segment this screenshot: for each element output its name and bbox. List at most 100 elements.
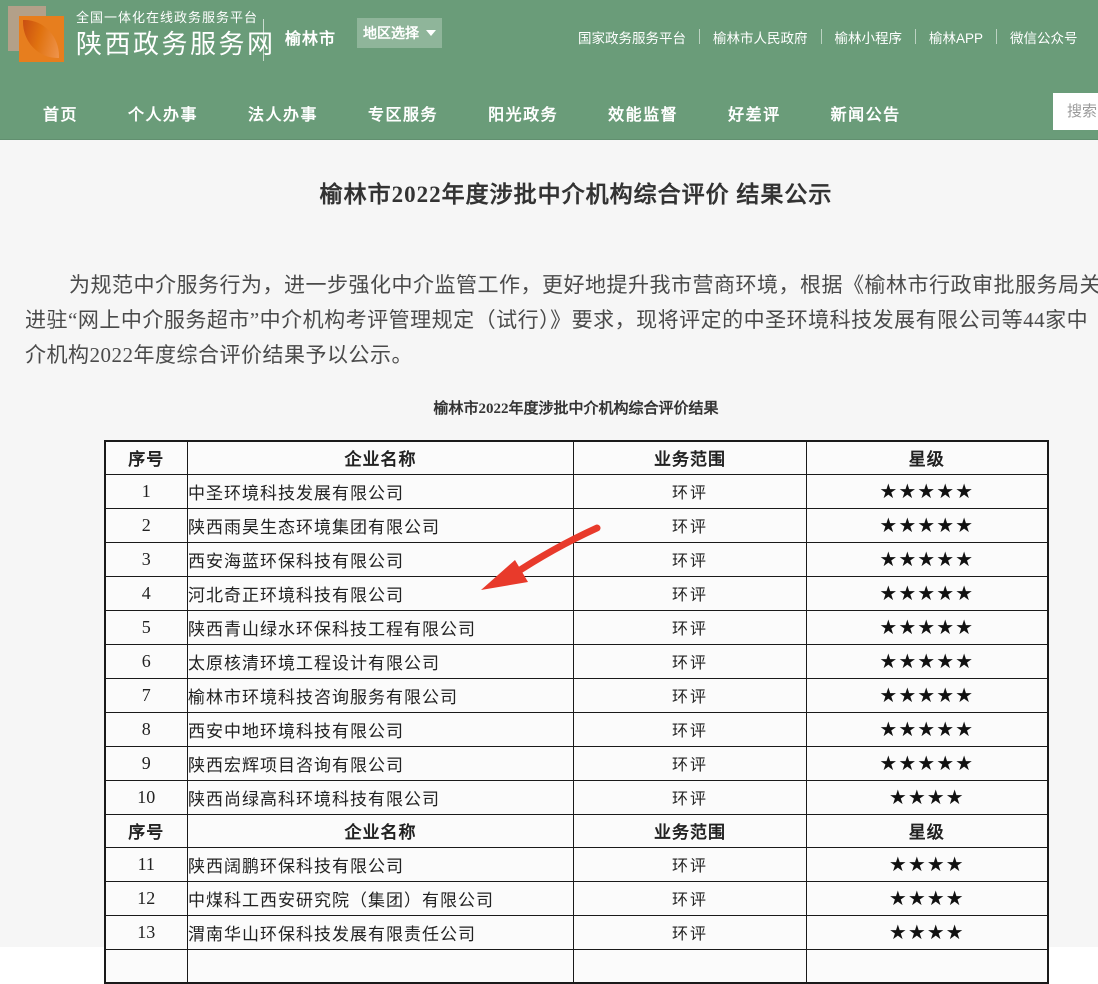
row-number: 7 bbox=[105, 678, 188, 712]
paragraph-line: 介机构2022年度综合评价结果予以公示。 bbox=[25, 338, 1098, 373]
platform-label: 全国一体化在线政务服务平台 bbox=[76, 11, 276, 24]
header-cell-no: 序号 bbox=[105, 814, 188, 847]
row-number: 2 bbox=[105, 508, 188, 542]
company-name bbox=[188, 949, 574, 983]
current-city-label[interactable]: 榆林市 bbox=[285, 25, 336, 49]
business-scope: 环评 bbox=[574, 576, 807, 610]
header-cell-stars: 星级 bbox=[807, 814, 1048, 847]
table-row-partial bbox=[105, 949, 1048, 983]
row-number: 6 bbox=[105, 644, 188, 678]
chevron-down-icon bbox=[426, 30, 436, 36]
star-rating: ★★★★★ bbox=[807, 644, 1048, 678]
table-row: 6 太原核清环境工程设计有限公司 环评 ★★★★★ bbox=[105, 644, 1048, 678]
link-separator bbox=[699, 29, 700, 44]
company-name: 中煤科工西安研究院（集团）有限公司 bbox=[188, 881, 574, 915]
business-scope: 环评 bbox=[574, 610, 807, 644]
company-name: 太原核清环境工程设计有限公司 bbox=[188, 644, 574, 678]
row-number: 12 bbox=[105, 881, 188, 915]
header-cell-scope: 业务范围 bbox=[574, 441, 807, 474]
business-scope bbox=[574, 949, 807, 983]
region-select-label: 地区选择 bbox=[363, 23, 419, 43]
row-number: 1 bbox=[105, 474, 188, 508]
notice-content: 榆林市2022年度涉批中介机构综合评价 结果公示 为规范中介服务行为，进一步强化… bbox=[0, 175, 1098, 984]
star-rating: ★★★★★ bbox=[807, 474, 1048, 508]
table-row: 12 中煤科工西安研究院（集团）有限公司 环评 ★★★★ bbox=[105, 881, 1048, 915]
business-scope: 环评 bbox=[574, 915, 807, 949]
star-rating: ★★★★★ bbox=[807, 542, 1048, 576]
company-name: 西安海蓝环保科技有限公司 bbox=[188, 542, 574, 576]
star-rating: ★★★★ bbox=[807, 881, 1048, 915]
table-row: 5 陕西青山绿水环保科技工程有限公司 环评 ★★★★★ bbox=[105, 610, 1048, 644]
star-rating: ★★★★ bbox=[807, 847, 1048, 881]
nav-item-special-zone[interactable]: 专区服务 bbox=[368, 101, 438, 125]
evaluation-results-table: 序号 企业名称 业务范围 星级 1 中圣环境科技发展有限公司 环评 ★★★★★ … bbox=[104, 440, 1049, 984]
company-name: 陕西雨昊生态环境集团有限公司 bbox=[188, 508, 574, 542]
row-number bbox=[105, 949, 188, 983]
topbar-links: 国家政务服务平台 榆林市人民政府 榆林小程序 榆林APP 微信公众号 注册 bbox=[578, 26, 1098, 47]
paragraph-line: 进驻“网上中介服务超市”中介机构考评管理规定（试行）》要求，现将评定的中圣环境科… bbox=[25, 303, 1098, 338]
page-title: 榆林市2022年度涉批中介机构综合评价 结果公示 bbox=[0, 175, 1098, 209]
header-cell-stars: 星级 bbox=[807, 441, 1048, 474]
star-rating: ★★★★★ bbox=[807, 712, 1048, 746]
table-header-row: 序号 企业名称 业务范围 星级 bbox=[105, 814, 1048, 847]
business-scope: 环评 bbox=[574, 847, 807, 881]
row-number: 3 bbox=[105, 542, 188, 576]
site-title-block: 全国一体化在线政务服务平台 陕西政务服务网 bbox=[76, 11, 276, 57]
search-input[interactable] bbox=[1053, 93, 1098, 130]
business-scope: 环评 bbox=[574, 644, 807, 678]
table-header-row: 序号 企业名称 业务范围 星级 bbox=[105, 441, 1048, 474]
link-separator bbox=[915, 29, 916, 44]
business-scope: 环评 bbox=[574, 881, 807, 915]
notice-paragraph: 为规范中介服务行为，进一步强化中介监管工作，更好地提升我市营商环境，根据《榆林市… bbox=[25, 268, 1098, 373]
table-row: 4 河北奇正环境科技有限公司 环评 ★★★★★ bbox=[105, 576, 1048, 610]
table-row: 1 中圣环境科技发展有限公司 环评 ★★★★★ bbox=[105, 474, 1048, 508]
nav-item-personal[interactable]: 个人办事 bbox=[128, 101, 198, 125]
star-rating: ★★★★★ bbox=[807, 576, 1048, 610]
nav-item-sunshine-gov[interactable]: 阳光政务 bbox=[488, 101, 558, 125]
company-name: 陕西尚绿高科环境科技有限公司 bbox=[188, 780, 574, 814]
company-name: 西安中地环境科技有限公司 bbox=[188, 712, 574, 746]
business-scope: 环评 bbox=[574, 746, 807, 780]
business-scope: 环评 bbox=[574, 542, 807, 576]
link-city-government[interactable]: 榆林市人民政府 bbox=[713, 27, 808, 47]
link-wechat-official[interactable]: 微信公众号 bbox=[1010, 27, 1078, 47]
link-yulin-app[interactable]: 榆林APP bbox=[929, 27, 983, 47]
row-number: 13 bbox=[105, 915, 188, 949]
link-mini-program[interactable]: 榆林小程序 bbox=[835, 27, 903, 47]
main-navbar: 首页 个人办事 法人办事 专区服务 阳光政务 效能监督 好差评 新闻公告 bbox=[0, 85, 1098, 140]
header-cell-name: 企业名称 bbox=[188, 441, 574, 474]
business-scope: 环评 bbox=[574, 780, 807, 814]
region-select-button[interactable]: 地区选择 bbox=[357, 18, 442, 48]
link-national-platform[interactable]: 国家政务服务平台 bbox=[578, 27, 686, 47]
star-rating: ★★★★ bbox=[807, 915, 1048, 949]
company-name: 中圣环境科技发展有限公司 bbox=[188, 474, 574, 508]
nav-item-news[interactable]: 新闻公告 bbox=[831, 101, 901, 125]
link-separator bbox=[996, 29, 997, 44]
site-name: 陕西政务服务网 bbox=[76, 31, 276, 57]
business-scope: 环评 bbox=[574, 712, 807, 746]
table-row: 3 西安海蓝环保科技有限公司 环评 ★★★★★ bbox=[105, 542, 1048, 576]
row-number: 9 bbox=[105, 746, 188, 780]
link-separator bbox=[821, 29, 822, 44]
star-rating bbox=[807, 949, 1048, 983]
header-divider bbox=[263, 19, 264, 61]
site-header: 全国一体化在线政务服务平台 陕西政务服务网 榆林市 地区选择 国家政务服务平台 … bbox=[0, 0, 1098, 140]
nav-item-home[interactable]: 首页 bbox=[43, 101, 78, 125]
nav-item-rating[interactable]: 好差评 bbox=[728, 101, 781, 125]
company-name: 陕西阔鹏环保科技有限公司 bbox=[188, 847, 574, 881]
business-scope: 环评 bbox=[574, 474, 807, 508]
table-row: 7 榆林市环境科技咨询服务有限公司 环评 ★★★★★ bbox=[105, 678, 1048, 712]
star-rating: ★★★★★ bbox=[807, 678, 1048, 712]
row-number: 4 bbox=[105, 576, 188, 610]
results-table-body: 序号 企业名称 业务范围 星级 1 中圣环境科技发展有限公司 环评 ★★★★★ … bbox=[105, 441, 1048, 983]
paragraph-line: 为规范中介服务行为，进一步强化中介监管工作，更好地提升我市营商环境，根据《榆林市… bbox=[25, 268, 1098, 303]
company-name: 河北奇正环境科技有限公司 bbox=[188, 576, 574, 610]
nav-item-efficiency[interactable]: 效能监督 bbox=[608, 101, 678, 125]
star-rating: ★★★★★ bbox=[807, 610, 1048, 644]
header-cell-scope: 业务范围 bbox=[574, 814, 807, 847]
company-name: 陕西宏辉项目咨询有限公司 bbox=[188, 746, 574, 780]
business-scope: 环评 bbox=[574, 678, 807, 712]
nav-item-legal-person[interactable]: 法人办事 bbox=[248, 101, 318, 125]
table-caption: 榆林市2022年度涉批中介机构综合评价结果 bbox=[0, 397, 1098, 418]
company-name: 榆林市环境科技咨询服务有限公司 bbox=[188, 678, 574, 712]
